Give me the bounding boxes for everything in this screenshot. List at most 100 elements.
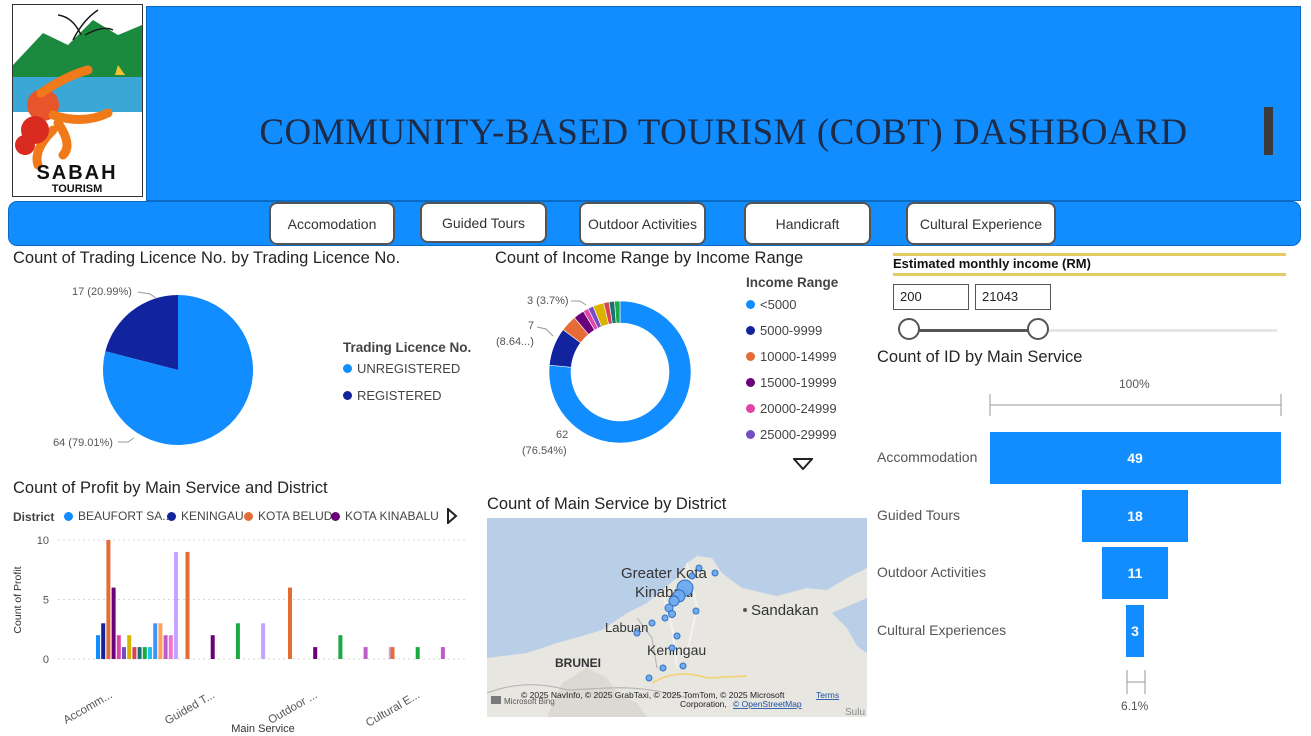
x-tick-label: Cultural E...: [364, 689, 422, 729]
text-cursor: [1264, 107, 1273, 155]
bing-logo-icon: [491, 696, 501, 704]
legend-dot: [746, 404, 755, 413]
funnel-top-percent: 100%: [1119, 377, 1150, 391]
legend-label: <5000: [760, 297, 797, 312]
legend-dot: [746, 300, 755, 309]
legend-scroll-down-icon[interactable]: [793, 458, 813, 470]
legend-dot: [746, 326, 755, 335]
legend-dot: [331, 511, 340, 521]
legend-item-district-3[interactable]: KOTA KINABALU: [331, 509, 439, 523]
legend-dot: [746, 430, 755, 439]
profit-bar[interactable]: [137, 647, 142, 659]
slider-range-fill: [910, 329, 1038, 332]
profit-bar-chart: 10 5 0 Accomm... Guided T... Outdoor ... Cultu…: [12, 535, 468, 735]
legend-label: 5000-9999: [760, 323, 823, 338]
x-tick-label: Outdoor ...: [266, 689, 319, 727]
y-tick-label: 0: [43, 654, 49, 666]
profit-chart-title: Count of Profit by Main Service and Dist…: [13, 479, 328, 497]
map-place-brunei: BRUNEI: [555, 656, 601, 670]
profit-bar[interactable]: [127, 635, 132, 659]
profit-bar[interactable]: [116, 635, 121, 659]
legend-dot: [167, 511, 176, 521]
funnel-top-bracket: [989, 394, 1282, 416]
slider-min-handle[interactable]: [898, 318, 920, 340]
map-graphic: Greater Kota Kinabalu Sandakan Labuan Ke…: [487, 556, 867, 717]
y-axis-title: Count of Profit: [12, 566, 24, 633]
legend-item-income-0[interactable]: <5000: [746, 297, 797, 312]
funnel-bottom-percent: 6.1%: [1121, 699, 1149, 713]
profit-bar[interactable]: [210, 635, 215, 659]
map-attribution-2: Corporation,: [680, 699, 727, 709]
legend-label: KOTA BELUD: [258, 509, 333, 523]
legend-item-income-5[interactable]: 25000-29999: [746, 427, 837, 442]
map-osm-link[interactable]: © OpenStreetMap: [733, 699, 802, 709]
funnel-bar-3[interactable]: 3: [1126, 604, 1144, 657]
nav-button-handicraft[interactable]: Handicraft: [744, 202, 871, 245]
profit-bar[interactable]: [111, 587, 116, 659]
y-tick-label: 10: [37, 535, 49, 547]
profit-bar[interactable]: [390, 647, 395, 659]
legend-item-income-4[interactable]: 20000-24999: [746, 401, 837, 416]
slider-max-handle[interactable]: [1027, 318, 1049, 340]
profit-bar[interactable]: [288, 587, 292, 659]
slicer-min-input[interactable]: 200: [893, 284, 969, 310]
profit-bar[interactable]: [313, 647, 318, 659]
funnel-bar-0[interactable]: 49: [989, 432, 1281, 484]
profit-bar[interactable]: [185, 551, 190, 659]
legend-label: BEAUFORT SA...: [78, 509, 173, 523]
profit-bar[interactable]: [158, 623, 163, 659]
y-tick-label: 5: [43, 595, 49, 607]
legend-label: 15000-19999: [760, 375, 837, 390]
profit-bar[interactable]: [122, 647, 126, 659]
funnel-bar-2[interactable]: 11: [1102, 547, 1168, 599]
profit-bar[interactable]: [235, 623, 240, 659]
legend-dot: [746, 352, 755, 361]
x-tick-label: Accomm...: [61, 689, 114, 727]
profit-bar[interactable]: [415, 647, 420, 659]
income-label-leaders: [536, 300, 587, 337]
income-legend-title: Income Range: [746, 275, 839, 290]
map-place-sandakan: Sandakan: [751, 602, 819, 619]
slicer-bottom-border: [893, 273, 1286, 276]
legend-item-district-2[interactable]: KOTA BELUD: [244, 509, 332, 523]
profit-bar[interactable]: [338, 635, 343, 659]
map-terms-link[interactable]: Terms: [816, 690, 839, 700]
profit-bar[interactable]: [163, 635, 168, 659]
funnel-bottom-bracket: [1126, 670, 1146, 694]
legend-next-page-icon[interactable]: [446, 508, 458, 524]
profit-bar[interactable]: [174, 551, 178, 659]
legend-label: 10000-14999: [760, 349, 837, 364]
funnel-title: Count of ID by Main Service: [877, 348, 1083, 366]
profit-bar[interactable]: [168, 635, 173, 659]
district-map[interactable]: Greater Kota Kinabalu Sandakan Labuan Ke…: [487, 518, 867, 717]
legend-item-district-1[interactable]: KENINGAU: [167, 509, 244, 523]
map-place-greater-kota: Greater Kota: [621, 565, 708, 582]
legend-label: KOTA KINABALU: [345, 509, 439, 523]
profit-bar[interactable]: [132, 647, 137, 659]
x-tick-label: Guided T...: [163, 689, 217, 727]
profit-bar[interactable]: [106, 540, 111, 659]
funnel-bar-1[interactable]: 18: [1081, 489, 1189, 542]
income-slicer-title: Estimated monthly income (RM): [893, 256, 1091, 271]
legend-item-income-1[interactable]: 5000-9999: [746, 323, 822, 338]
profit-bar[interactable]: [101, 623, 106, 659]
legend-label: KENINGAU: [181, 509, 244, 523]
profit-bar[interactable]: [363, 647, 368, 659]
legend-item-district-0[interactable]: BEAUFORT SA...: [64, 509, 172, 523]
profit-bar[interactable]: [96, 635, 100, 659]
nav-button-cultural-experience[interactable]: Cultural Experience: [906, 202, 1056, 245]
legend-item-income-3[interactable]: 15000-19999: [746, 375, 837, 390]
legend-dot: [64, 511, 73, 521]
profit-bar[interactable]: [142, 647, 147, 659]
profit-bar[interactable]: [153, 623, 158, 659]
funnel-category-label: Guided Tours: [877, 506, 961, 523]
profit-bar[interactable]: [148, 647, 152, 659]
funnel-category-label: Accommodation: [877, 449, 978, 465]
profit-bar[interactable]: [261, 623, 266, 659]
legend-dot: [746, 378, 755, 387]
map-place-keningau: Keningau: [647, 642, 706, 658]
profit-bar[interactable]: [440, 647, 445, 659]
slicer-max-input[interactable]: 21043: [975, 284, 1051, 310]
map-place-labuan: Labuan: [605, 620, 648, 635]
legend-item-income-2[interactable]: 10000-14999: [746, 349, 837, 364]
